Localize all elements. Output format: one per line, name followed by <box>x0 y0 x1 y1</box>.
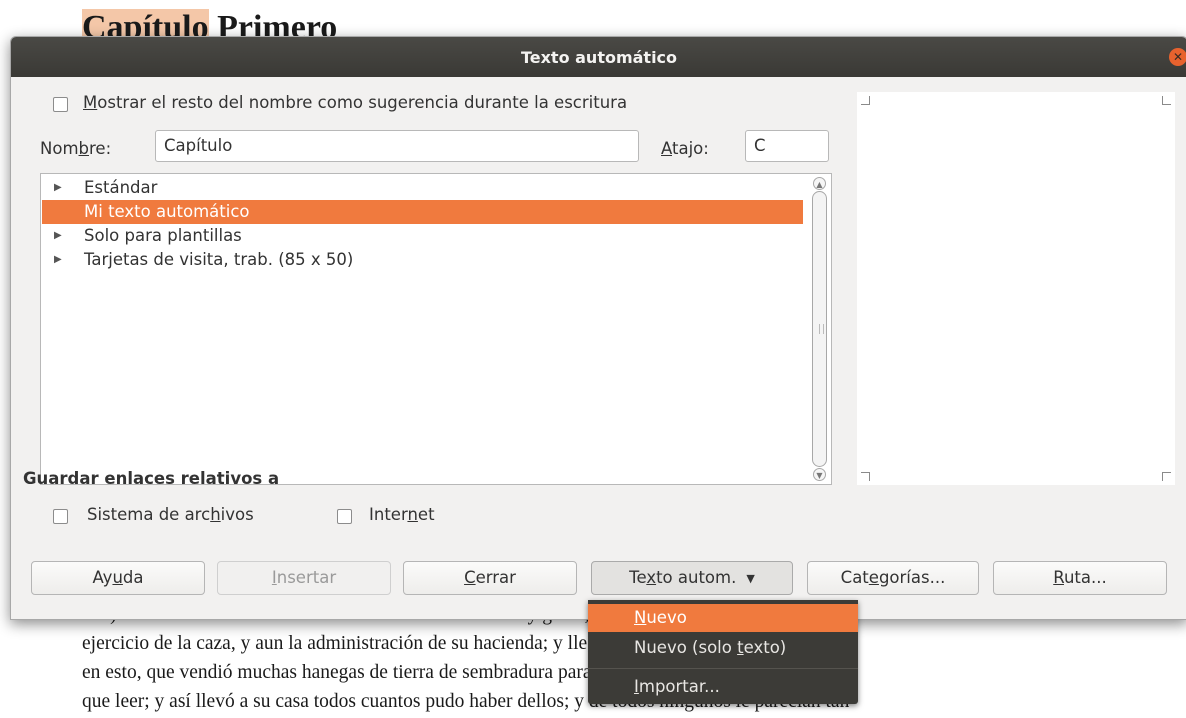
btn-text-c: nsertar <box>276 568 337 587</box>
name-label: Nombre: <box>40 139 111 158</box>
tree-scrollbar[interactable]: ▲ ▼ <box>811 177 828 481</box>
menu-separator <box>588 668 858 669</box>
internet-label[interactable]: Internet <box>369 505 435 524</box>
show-rest-label[interactable]: Mostrar el resto del nombre como sugeren… <box>83 93 627 112</box>
tree-item-label: Mi texto automático <box>84 202 250 221</box>
btn-text-c: errar <box>475 568 516 587</box>
btn-text-c: da <box>122 568 144 587</box>
insert-button[interactable]: Insertar <box>217 561 391 595</box>
menu-item-new[interactable]: Nuevo <box>588 604 858 632</box>
show-rest-checkbox[interactable] <box>53 97 68 112</box>
name-label-c: re: <box>89 139 112 158</box>
expand-arrow-icon[interactable]: ▶ <box>54 248 62 272</box>
filesystem-label-c: ivos <box>220 505 254 524</box>
btn-mnemonic: C <box>464 568 476 587</box>
show-rest-text: ostrar el resto del nombre como sugerenc… <box>97 93 628 112</box>
filesystem-mnemonic: h <box>210 505 221 524</box>
btn-mnemonic: e <box>868 568 879 587</box>
dialog-title: Texto automático <box>520 47 678 67</box>
tree-item-my-autotext[interactable]: Mi texto automático <box>42 200 803 224</box>
menu-text-a: Nuevo (solo <box>634 638 738 657</box>
shortcut-label: Atajo: <box>661 139 709 158</box>
btn-mnemonic: u <box>112 568 123 587</box>
menu-item-import[interactable]: Importar... <box>588 673 858 701</box>
filesystem-label[interactable]: Sistema de archivos <box>87 505 254 524</box>
btn-text-c: gorías... <box>878 568 946 587</box>
shortcut-input[interactable]: C <box>745 130 829 162</box>
btn-text-a: Te <box>629 568 647 587</box>
btn-mnemonic: R <box>1053 568 1064 587</box>
show-rest-mnemonic: M <box>83 93 98 112</box>
expand-arrow-icon[interactable]: ▶ <box>54 224 62 248</box>
menu-item-new-text-only[interactable]: Nuevo (solo texto) <box>588 634 858 662</box>
autotext-popup-menu: Nuevo Nuevo (solo texto) Importar... <box>588 600 858 704</box>
internet-label-c: et <box>417 505 435 524</box>
btn-text-c: uta... <box>1063 568 1107 587</box>
preview-pane <box>857 92 1175 485</box>
menu-text-c: mportar... <box>638 677 720 696</box>
close-button[interactable]: Cerrar <box>403 561 577 595</box>
corner-mark-icon <box>861 472 870 481</box>
grip-icon <box>819 324 824 334</box>
expand-arrow-icon[interactable]: ▶ <box>54 176 62 200</box>
categories-button[interactable]: Categorías... <box>807 561 979 595</box>
tree-item-business-cards[interactable]: ▶ Tarjetas de visita, trab. (85 x 50) <box>42 248 803 272</box>
tree-item-templates-only[interactable]: ▶ Solo para plantillas <box>42 224 803 248</box>
internet-checkbox[interactable] <box>337 509 352 524</box>
menu-text-c: exto) <box>743 638 787 657</box>
menu-mnemonic: N <box>634 608 647 627</box>
tree-item-label: Tarjetas de visita, trab. (85 x 50) <box>84 250 354 269</box>
internet-mnemonic: n <box>407 505 418 524</box>
name-input[interactable]: Capítulo <box>155 130 639 162</box>
scroll-up-icon[interactable]: ▲ <box>813 177 826 190</box>
filesystem-label-a: Sistema de arc <box>87 505 211 524</box>
btn-mnemonic: x <box>646 568 657 587</box>
btn-text-a: Ay <box>92 568 113 587</box>
name-label-mnemonic: b <box>78 139 89 158</box>
menu-text-c: uevo <box>646 608 687 627</box>
tree-item-standard[interactable]: ▶ Estándar <box>42 176 803 200</box>
tree-item-label: Solo para plantillas <box>84 226 242 245</box>
dropdown-arrow-icon: ▼ <box>746 572 755 585</box>
relative-links-title: Guardar enlaces relativos a <box>23 469 280 488</box>
path-button[interactable]: Ruta... <box>993 561 1167 595</box>
help-button[interactable]: Ayuda <box>31 561 205 595</box>
dialog-titlebar[interactable]: Texto automático ✕ <box>11 37 1186 77</box>
shortcut-label-rest: tajo: <box>672 139 709 158</box>
btn-text-a: Cat <box>840 568 869 587</box>
corner-mark-icon <box>861 96 870 105</box>
scroll-down-icon[interactable]: ▼ <box>813 468 826 481</box>
name-label-a: Nom <box>40 139 79 158</box>
autotext-menu-button[interactable]: Texto autom. ▼ <box>591 561 793 595</box>
btn-text-c: to autom. <box>656 568 737 587</box>
internet-label-a: Inter <box>369 505 408 524</box>
category-tree[interactable]: ▶ Estándar Mi texto automático ▶ Solo pa… <box>40 173 832 485</box>
close-icon[interactable]: ✕ <box>1169 48 1186 66</box>
shortcut-mnemonic: A <box>661 139 672 158</box>
corner-mark-icon <box>1162 472 1171 481</box>
tree-item-label: Estándar <box>84 178 158 197</box>
autotext-dialog: Texto automático ✕ Mostrar el resto del … <box>10 36 1186 620</box>
filesystem-checkbox[interactable] <box>53 509 68 524</box>
scroll-thumb[interactable] <box>812 191 827 467</box>
corner-mark-icon <box>1162 96 1171 105</box>
